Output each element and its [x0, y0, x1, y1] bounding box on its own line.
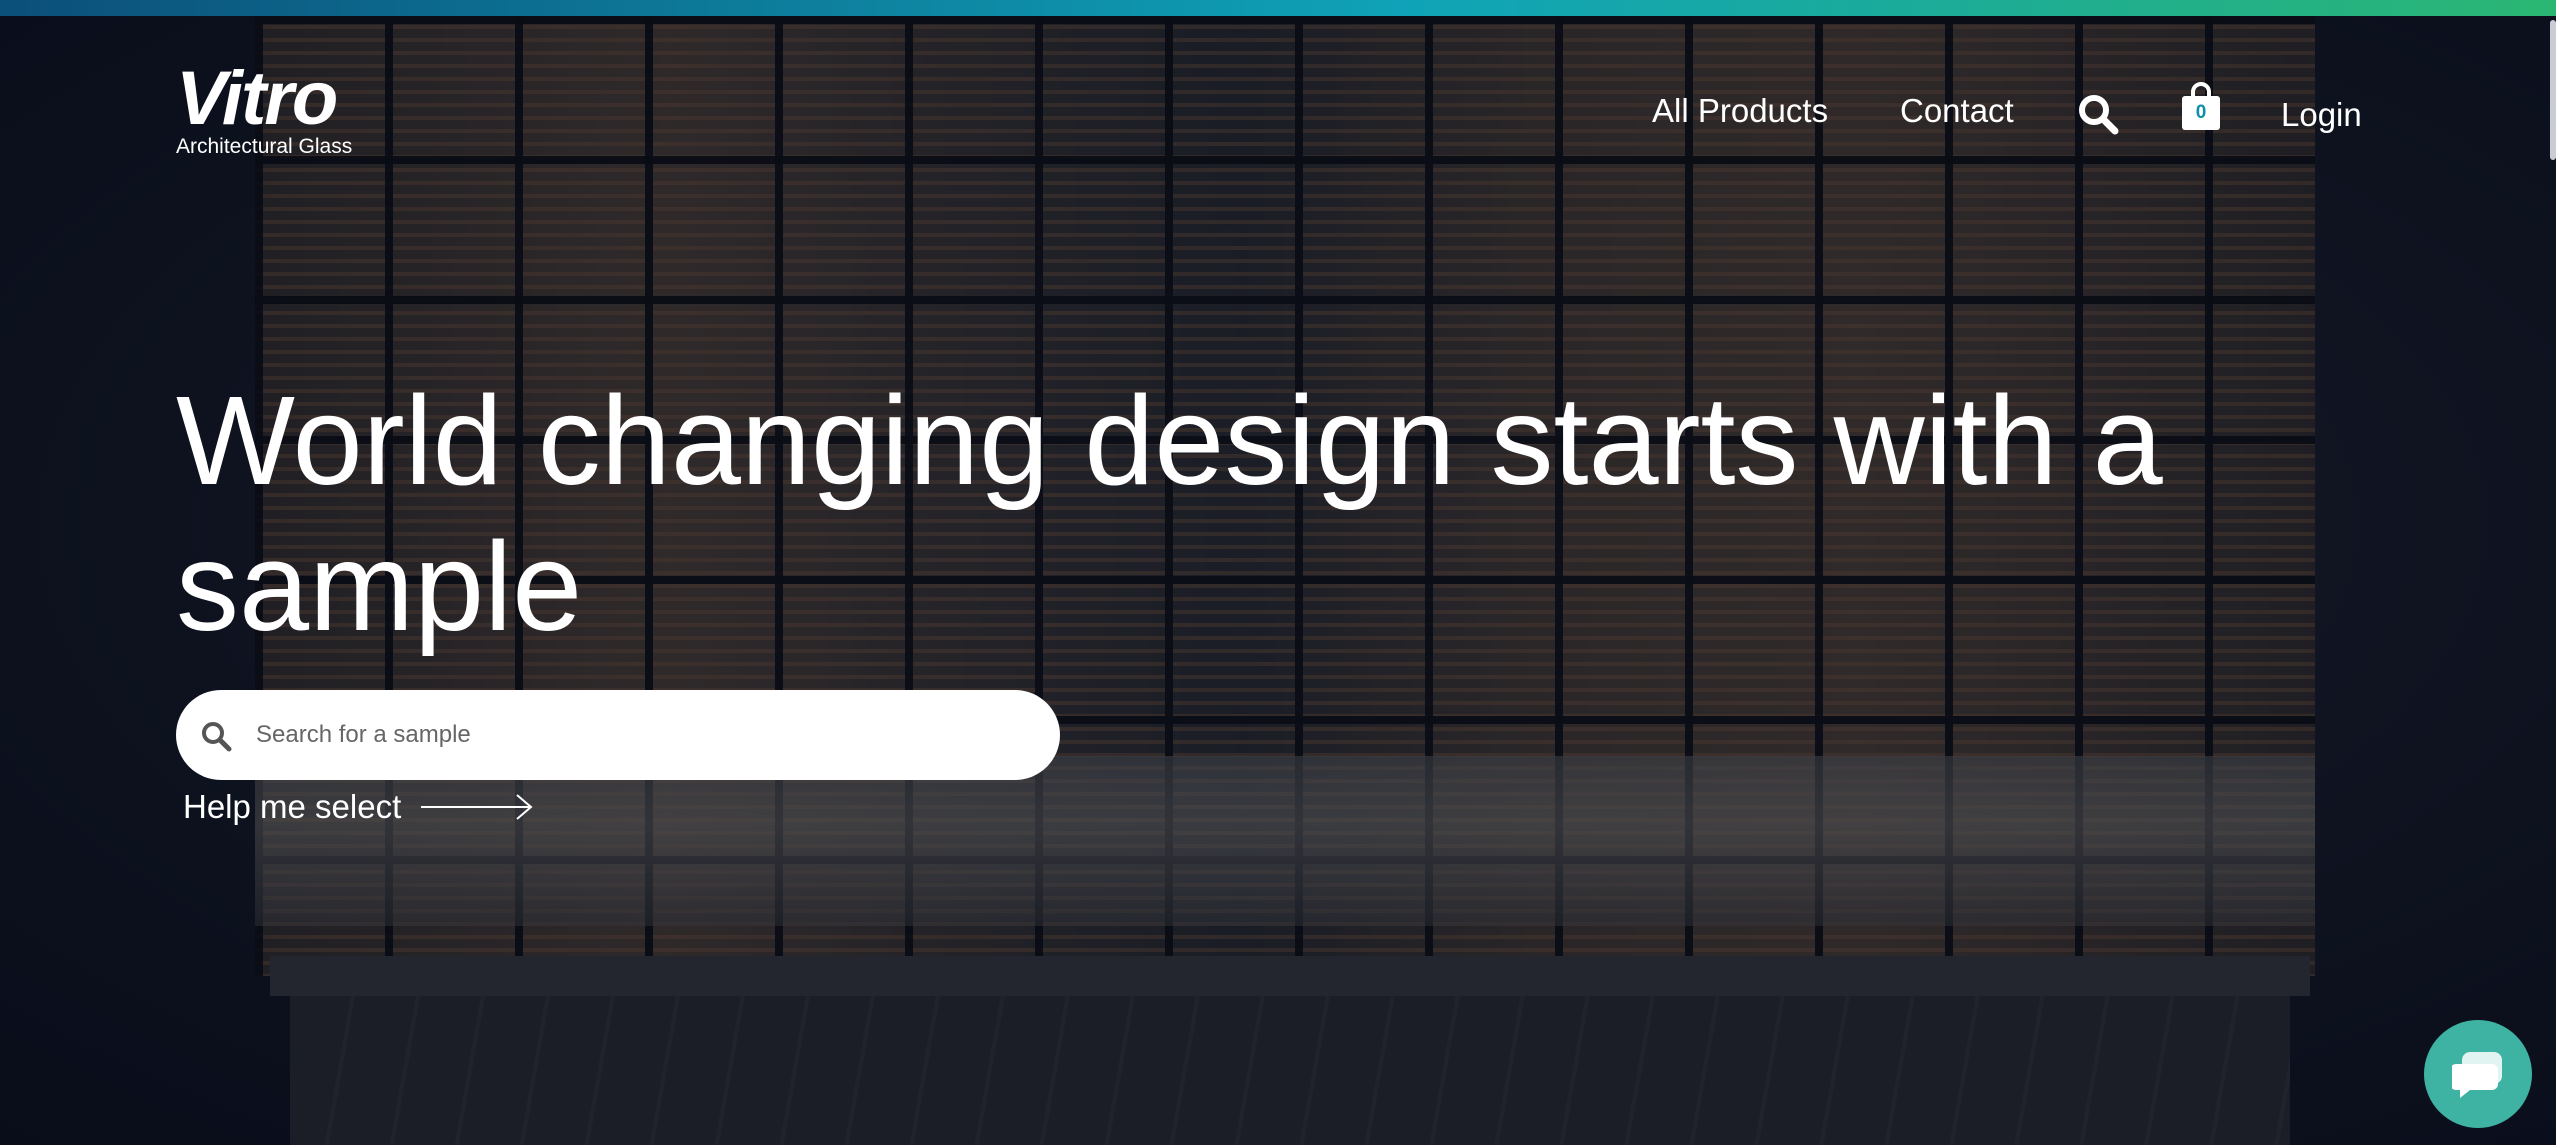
- search-icon[interactable]: [2076, 92, 2120, 136]
- scrollbar-thumb[interactable]: [2550, 20, 2556, 160]
- vitro-logo[interactable]: Vitro Architectural Glass: [176, 56, 386, 168]
- help-me-select-link[interactable]: Help me select: [183, 788, 535, 826]
- chat-bubble-icon[interactable]: [2424, 1020, 2532, 1128]
- shopping-bag-icon[interactable]: 0: [2180, 82, 2222, 132]
- help-link-label: Help me select: [183, 788, 402, 825]
- sample-search-input[interactable]: [256, 710, 1016, 760]
- hero-headline: World changing design starts with a samp…: [176, 370, 2163, 657]
- logo-subtitle: Architectural Glass: [176, 135, 353, 158]
- arrow-right-icon: [421, 794, 533, 820]
- top-accent-bar: [0, 0, 2556, 16]
- nav-contact[interactable]: Contact: [1900, 92, 2014, 130]
- search-icon: [200, 720, 232, 752]
- nav-login[interactable]: Login: [2281, 96, 2362, 134]
- nav-all-products[interactable]: All Products: [1652, 92, 1828, 130]
- sample-search-box[interactable]: [176, 690, 1060, 780]
- logo-wordmark: Vitro: [176, 56, 338, 141]
- cart-count: 0: [2195, 102, 2207, 123]
